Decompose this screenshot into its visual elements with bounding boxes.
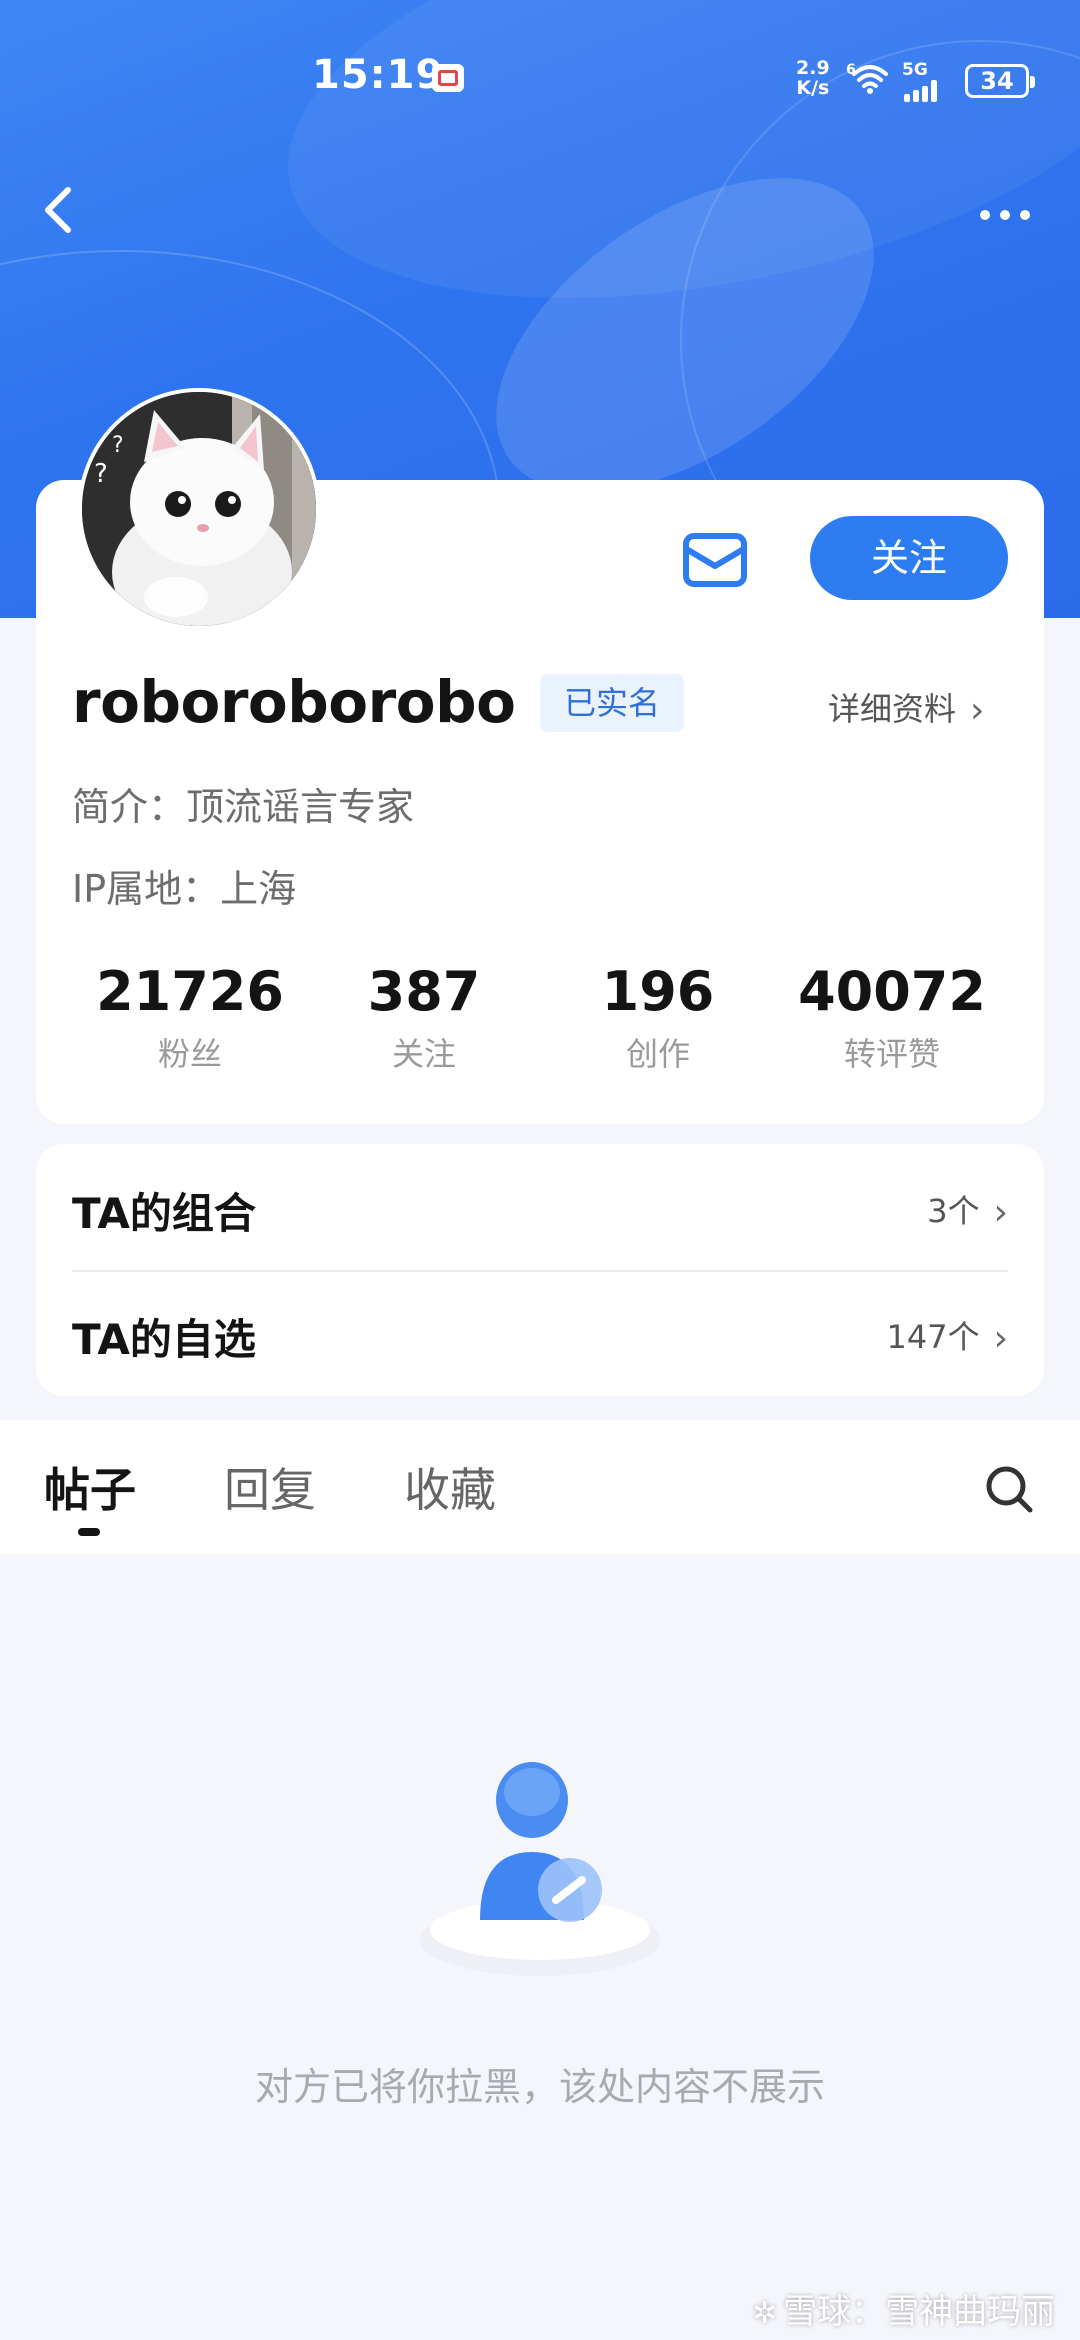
search-button[interactable]: [980, 1460, 1040, 1520]
stat-value: 40072: [798, 960, 986, 1023]
tab-replies[interactable]: 回复: [224, 1454, 316, 1520]
svg-text:?: ?: [112, 433, 124, 458]
list-item-title: TA的组合: [72, 1189, 256, 1238]
stat-posts[interactable]: 196 创作: [558, 960, 758, 1075]
list-item-count: 3个 ›: [927, 1186, 1008, 1233]
envelope-icon: [683, 533, 747, 587]
stat-value: 196: [601, 960, 715, 1023]
screen-mirror-icon: [432, 64, 464, 92]
tab-posts[interactable]: 帖子: [44, 1454, 136, 1520]
search-icon: [986, 1466, 1033, 1513]
list-item-portfolios[interactable]: TA的组合 3个 ›: [36, 1144, 1044, 1270]
stat-label: 粉丝: [157, 1035, 222, 1073]
chevron-left-icon: [45, 187, 71, 233]
stat-following[interactable]: 387 关注: [324, 960, 524, 1075]
user-blocked-icon: [410, 1740, 670, 1990]
chevron-right-icon: ›: [993, 1318, 1008, 1359]
follow-button[interactable]: 关注: [810, 516, 1008, 600]
chevron-right-icon: ›: [993, 1192, 1008, 1233]
network-rate-unit: K/s: [796, 77, 830, 99]
stat-followers[interactable]: 21726 粉丝: [90, 960, 290, 1075]
stat-label: 转评赞: [843, 1035, 940, 1073]
stat-label: 创作: [625, 1035, 690, 1073]
svg-text:?: ?: [94, 459, 108, 489]
content-tabs: 帖子 回复 收藏: [0, 1420, 1080, 1554]
watermark-text: 雪球：雪神曲玛丽: [783, 2292, 1056, 2332]
battery-level: 34: [980, 67, 1014, 95]
battery-icon: 34: [965, 64, 1035, 98]
stat-value: 21726: [96, 960, 284, 1023]
watermark: ✲ 雪球：雪神曲玛丽: [752, 2284, 1055, 2333]
ip-location: IP属地：上海: [72, 867, 297, 911]
list-item-count: 147个 ›: [887, 1312, 1009, 1359]
signal-icon: [904, 80, 944, 102]
chevron-right-icon: ›: [970, 690, 985, 731]
avatar[interactable]: ? ?: [78, 388, 320, 630]
snowball-logo-icon: ✲: [752, 2296, 778, 2331]
more-button[interactable]: [972, 190, 1042, 240]
username: roboroborobo: [72, 668, 516, 736]
status-bar: 15:19 2.9 K/s 6 5G 34: [0, 40, 1080, 120]
list-item-title: TA的自选: [72, 1315, 256, 1364]
portfolio-card: TA的组合 3个 › TA的自选 147个 ›: [36, 1144, 1044, 1396]
cat-avatar-image: ? ?: [82, 392, 316, 626]
back-button[interactable]: [30, 180, 90, 240]
stat-interactions[interactable]: 40072 转评赞: [792, 960, 992, 1075]
list-item-count-value: 3个: [927, 1192, 980, 1230]
list-item-count-value: 147个: [886, 1318, 980, 1356]
status-time: 15:19: [312, 52, 445, 98]
details-link[interactable]: 详细资料 ›: [828, 684, 985, 731]
bio: 简介：顶流谣言专家: [72, 785, 415, 829]
empty-state-message: 对方已将你拉黑，该处内容不展示: [254, 2065, 825, 2109]
verified-badge: 已实名: [540, 674, 684, 732]
list-item-watchlist[interactable]: TA的自选 147个 ›: [36, 1270, 1044, 1396]
wifi-icon: 6: [846, 60, 890, 102]
message-button[interactable]: [680, 528, 750, 592]
tab-favorites[interactable]: 收藏: [404, 1454, 496, 1520]
cellular-label: 5G: [902, 60, 928, 80]
stat-label: 关注: [391, 1035, 456, 1073]
details-link-label: 详细资料: [828, 690, 957, 728]
network-rate-value: 2.9: [796, 57, 830, 79]
more-horizontal-icon: [980, 210, 990, 220]
stat-value: 387: [367, 960, 481, 1023]
network-rate: 2.9 K/s: [796, 58, 830, 98]
active-tab-indicator: [78, 1528, 100, 1536]
